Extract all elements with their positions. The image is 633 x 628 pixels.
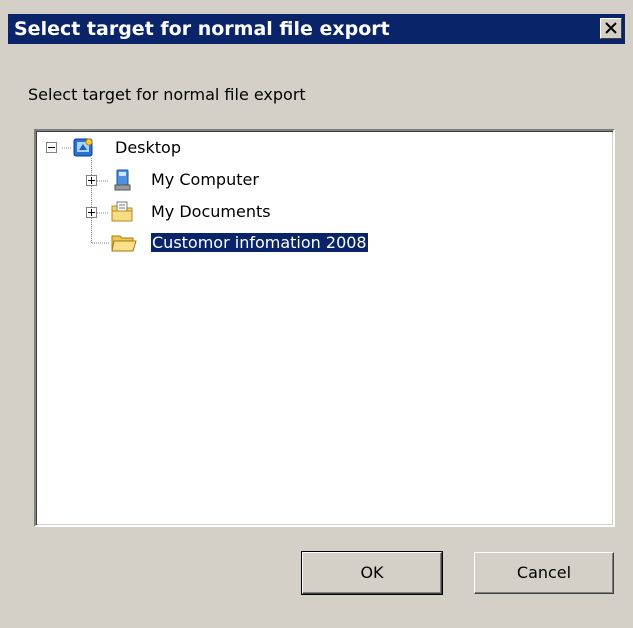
minus-icon xyxy=(48,147,55,148)
plus-icon xyxy=(88,209,95,216)
my-documents-expander[interactable] xyxy=(86,207,97,218)
dialog-title: Select target for normal file export xyxy=(14,18,390,40)
plus-icon xyxy=(88,177,95,184)
tree-node-label: My Computer xyxy=(151,170,259,189)
tree-node-label: My Documents xyxy=(151,202,271,221)
cancel-button[interactable]: Cancel xyxy=(474,552,614,594)
tree-node-label: Customor infomation 2008 xyxy=(150,232,369,253)
ok-button[interactable]: OK xyxy=(301,551,443,595)
export-target-dialog: Select target for normal file export Sel… xyxy=(0,0,633,628)
my-documents-icon xyxy=(111,201,133,222)
my-computer-icon xyxy=(114,169,131,191)
folder-tree[interactable]: Desktop My Computer My Documents Customo… xyxy=(34,129,615,527)
my-computer-expander[interactable] xyxy=(86,175,97,186)
folder-icon xyxy=(111,235,137,252)
close-button[interactable] xyxy=(600,18,622,39)
desktop-expander[interactable] xyxy=(46,142,57,153)
title-bar[interactable]: Select target for normal file export xyxy=(8,14,625,44)
close-icon xyxy=(605,22,617,34)
desktop-icon xyxy=(73,138,93,157)
prompt-label: Select target for normal file export xyxy=(28,85,306,104)
tree-node-label: Desktop xyxy=(115,138,181,157)
